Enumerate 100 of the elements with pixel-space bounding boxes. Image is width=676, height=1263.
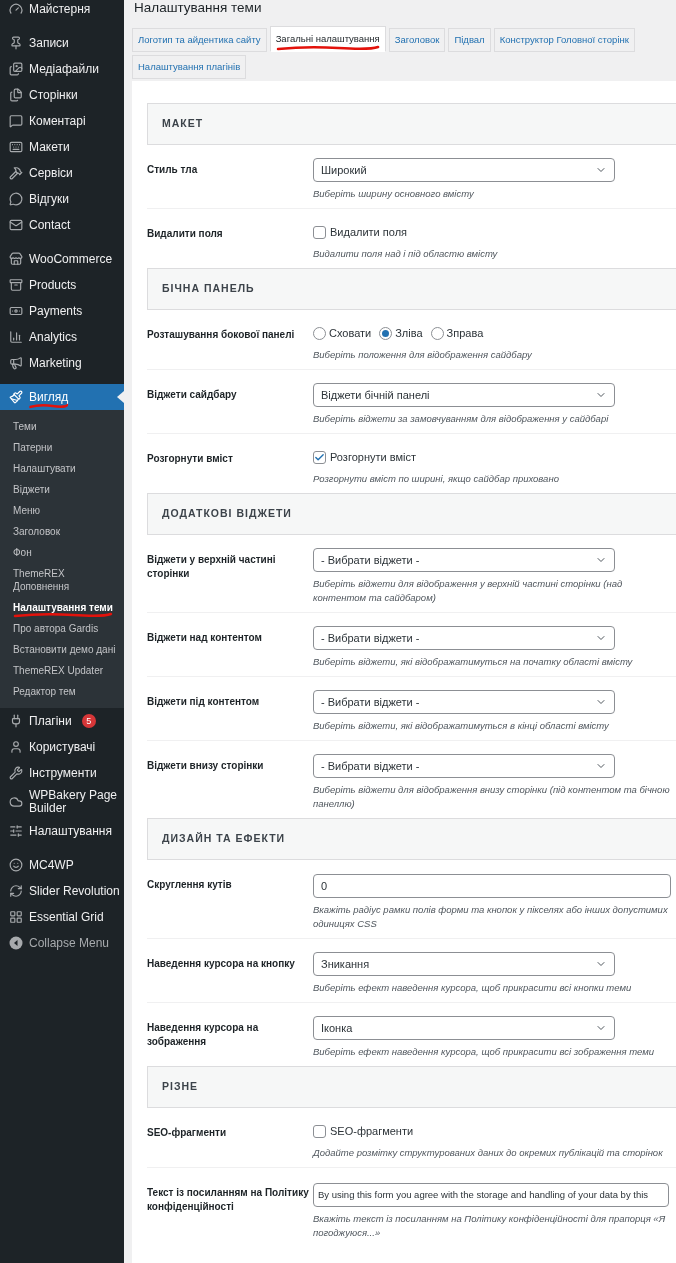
field-description: Виберіть віджети, які відображатимуться в кінці області вмісту: [313, 719, 610, 733]
wrench-icon: [9, 766, 23, 780]
field-description: Виберіть віджети для відображення внизу сторінки (під контентом та бічною панеллю): [313, 783, 671, 811]
sliders-icon: [9, 824, 23, 838]
select-field[interactable]: - Вибрати віджети -: [313, 754, 615, 778]
field-description: Виберіть віджети для відображення у верхній частині сторінки (над контентом та сайдбаром): [313, 577, 624, 605]
sidebar-item[interactable]: Payments: [0, 298, 124, 324]
submenu-item[interactable]: Налаштувати: [0, 458, 124, 479]
grid-icon: [9, 910, 23, 924]
field-label: Наведення курсора на кнопку: [147, 957, 296, 971]
section-heading: ДОДАТКОВІ ВІДЖЕТИ: [147, 493, 676, 535]
checkbox[interactable]: [313, 450, 326, 464]
pin-icon: [9, 36, 23, 50]
submenu-item[interactable]: Про автора Gardis: [0, 618, 124, 639]
field-label: Віджети внизу сторінки: [147, 759, 265, 773]
sidebar-item[interactable]: Майстерня: [0, 0, 124, 22]
field-description: Вкажіть радіус рамки полів форми та кнопок у пікселях або інших допустимих одиницях CSS: [313, 903, 669, 931]
sidebar-item[interactable]: Slider Revolution: [0, 878, 124, 904]
submenu-item[interactable]: Патерни: [0, 437, 124, 458]
select-field[interactable]: - Вибрати віджети -: [313, 690, 615, 714]
sidebar-item[interactable]: Інструменти: [0, 760, 124, 786]
submenu-item[interactable]: ThemeREX Доповнення: [0, 563, 124, 597]
select-field[interactable]: Віджети бічній панелі: [313, 383, 615, 407]
checkbox-option[interactable]: Розгорнути вміст: [313, 447, 676, 467]
submenu-item[interactable]: Заголовок: [0, 521, 124, 542]
sidebar-item[interactable]: Користувачі: [0, 734, 124, 760]
field-label: Видалити поля: [147, 227, 224, 241]
checkbox-option[interactable]: Видалити поля: [313, 222, 676, 242]
images-icon: [9, 62, 23, 76]
input-field[interactable]: 0: [313, 874, 671, 898]
field-label: Текст із посиланням на Політику конфіденційності: [147, 1186, 310, 1214]
checkbox[interactable]: [313, 225, 326, 239]
submenu-item[interactable]: Віджети: [0, 479, 124, 500]
radio-button[interactable]: [430, 326, 444, 340]
current-notch: [117, 391, 124, 403]
face-icon: [9, 858, 23, 872]
field-description: Виберіть ширину основного вмісту: [313, 187, 475, 201]
check-icon: [314, 451, 325, 463]
banknote-icon: [9, 304, 23, 318]
radio-option[interactable]: Зліва: [379, 324, 423, 342]
sidebar-item[interactable]: Collapse Menu: [0, 930, 124, 956]
radio-button[interactable]: [379, 326, 393, 340]
sidebar-item[interactable]: Відгуки: [0, 186, 124, 212]
select-field[interactable]: Зникання: [313, 952, 615, 976]
checkbox[interactable]: [313, 1124, 326, 1138]
cloud-icon: [9, 795, 23, 809]
settings-tab[interactable]: Налаштування плагінів: [132, 55, 247, 79]
radio-button[interactable]: [313, 326, 326, 340]
settings-tab[interactable]: Конструктор Головної сторінк: [493, 28, 635, 52]
radio-option[interactable]: Сховати: [313, 324, 372, 342]
sidebar-item[interactable]: WooCommerce: [0, 246, 124, 272]
sidebar-item[interactable]: Сервіси: [0, 160, 124, 186]
sidebar-item[interactable]: Вигляд: [0, 384, 124, 410]
sidebar-item[interactable]: Коментарі: [0, 108, 124, 134]
chat-icon: [9, 192, 23, 206]
mail-icon: [9, 218, 23, 232]
section-heading: МАКЕТ: [147, 103, 676, 145]
sidebar-item[interactable]: Макети: [0, 134, 124, 160]
sidebar-item[interactable]: Записи: [0, 30, 124, 56]
select-field[interactable]: Іконка: [313, 1016, 615, 1040]
sidebar-item[interactable]: Медіафайли: [0, 56, 124, 82]
refresh-icon: [9, 884, 23, 898]
submenu-item[interactable]: Редактор тем: [0, 681, 124, 702]
submenu-item[interactable]: Налаштування теми: [0, 597, 124, 618]
sidebar-item[interactable]: Плагіни 5: [0, 708, 124, 734]
section-heading: ДИЗАЙН ТА ЕФЕКТИ: [147, 818, 676, 860]
sidebar-item[interactable]: MC4WP: [0, 852, 124, 878]
submenu-item[interactable]: Встановити демо дані: [0, 639, 124, 660]
input-field[interactable]: By using this form you agree with the storage and handling of your data by this: [313, 1182, 669, 1207]
settings-tab[interactable]: Логотип та айдентика сайту: [132, 28, 267, 52]
field-label: Віджети у верхній частині сторінки: [147, 553, 277, 581]
field-label: Стиль тла: [147, 163, 199, 177]
count-badge: 5: [81, 714, 96, 728]
sidebar-item[interactable]: Сторінки: [0, 82, 124, 108]
radio-option[interactable]: Зправа: [430, 324, 484, 342]
select-field[interactable]: Широкий: [313, 158, 615, 182]
sidebar-item[interactable]: WPBakery Page Builder: [0, 786, 124, 818]
field-description: Виберіть ефект наведення курсора, щоб прикрасити всі кнопки теми: [313, 981, 633, 995]
submenu-item[interactable]: Меню: [0, 500, 124, 521]
field-label: Розгорнути вміст: [147, 452, 234, 466]
sidebar-item[interactable]: Analytics: [0, 324, 124, 350]
settings-tab[interactable]: Загальні налаштування: [269, 26, 386, 52]
select-field[interactable]: - Вибрати віджети -: [313, 626, 615, 650]
field-label: SEO-фрагменти: [147, 1126, 228, 1140]
sidebar-item[interactable]: Contact: [0, 212, 124, 238]
field-label: Скруглення кутів: [147, 878, 233, 892]
submenu-item[interactable]: ThemeREX Updater: [0, 660, 124, 681]
sidebar-item[interactable]: Marketing: [0, 350, 124, 376]
sidebar-item[interactable]: Products: [0, 272, 124, 298]
settings-tab[interactable]: Підвал: [448, 28, 491, 52]
sidebar-item[interactable]: Налаштування: [0, 818, 124, 844]
field-label: Наведення курсора на зображення: [147, 1021, 260, 1049]
select-field[interactable]: - Вибрати віджети -: [313, 548, 615, 572]
archive-icon: [9, 278, 23, 292]
submenu-item[interactable]: Теми: [0, 416, 124, 437]
settings-tab[interactable]: Заголовок: [388, 28, 446, 52]
field-description: Вкажіть текст із посиланням на Політику конфіденційності для прапорця «Я погоджуюся...»: [313, 1211, 667, 1240]
sidebar-item[interactable]: Essential Grid: [0, 904, 124, 930]
submenu-item[interactable]: Фон: [0, 542, 124, 563]
checkbox-option[interactable]: SEO-фрагменти: [313, 1121, 676, 1141]
